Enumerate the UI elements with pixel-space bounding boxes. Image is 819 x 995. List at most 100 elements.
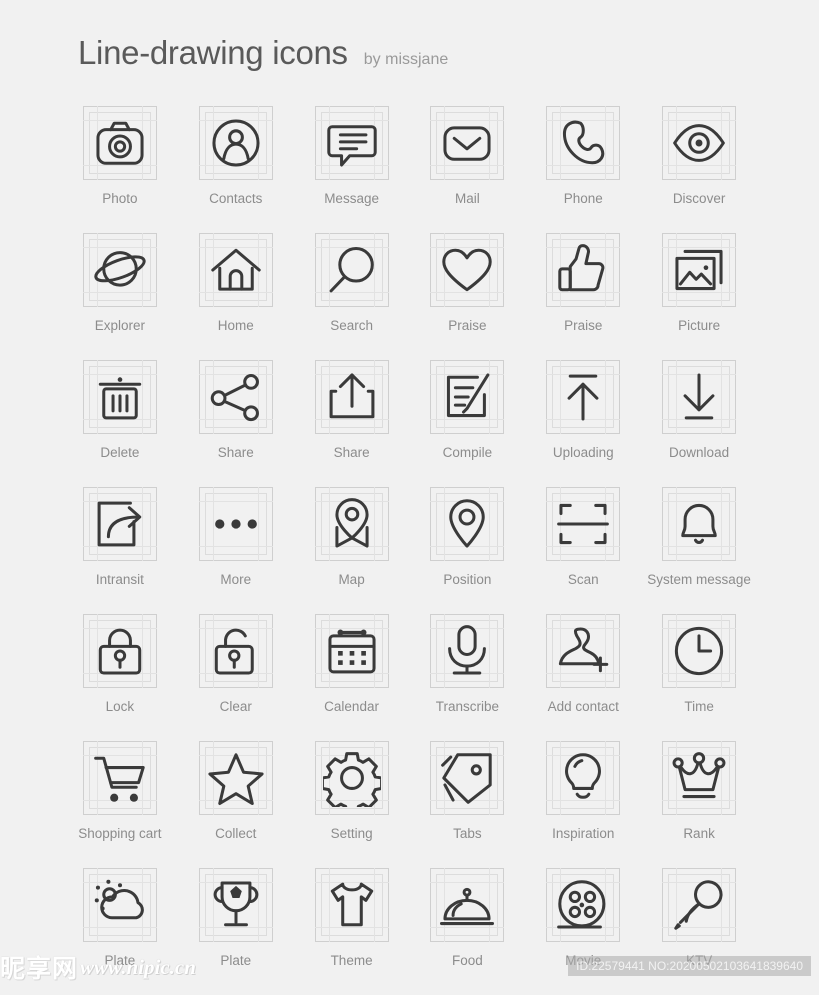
icon-cell[interactable]: Transcribe	[410, 614, 526, 741]
icon-cell[interactable]: Collect	[178, 741, 294, 868]
icon-cell[interactable]: Share	[294, 360, 410, 487]
icon-label: Delete	[100, 445, 140, 460]
icon-cell[interactable]: Scan	[525, 487, 641, 614]
calendar-icon[interactable]	[323, 622, 381, 680]
icon-cell[interactable]: Theme	[294, 868, 410, 995]
icon-cell[interactable]: Time	[641, 614, 757, 741]
upload-arrow-icon[interactable]	[554, 368, 612, 426]
icon-cell[interactable]: Share	[178, 360, 294, 487]
icon-cell[interactable]: Calendar	[294, 614, 410, 741]
icon-grid-box	[82, 741, 157, 815]
thumbs-up-icon[interactable]	[554, 241, 612, 299]
icon-cell[interactable]: Compile	[410, 360, 526, 487]
phone-handset-icon[interactable]	[554, 114, 612, 172]
icon-label: Setting	[330, 826, 373, 841]
clock-icon[interactable]	[670, 622, 728, 680]
icon-grid-box	[662, 360, 737, 434]
icon-cell[interactable]: Search	[294, 233, 410, 360]
icon-grid-box	[314, 233, 389, 307]
icon-cell[interactable]: Plate	[178, 868, 294, 995]
trash-icon[interactable]	[91, 368, 149, 426]
icon-cell[interactable]: Lock	[62, 614, 178, 741]
icon-grid-box	[430, 741, 505, 815]
film-reel-icon[interactable]	[554, 876, 612, 934]
icon-label: Phone	[563, 191, 603, 206]
shopping-cart-icon[interactable]	[91, 749, 149, 807]
icon-grid-box	[198, 233, 273, 307]
icon-cell[interactable]: Discover	[641, 106, 757, 233]
camera-icon[interactable]	[91, 114, 149, 172]
message-bubble-icon[interactable]	[323, 114, 381, 172]
weather-cloud-sun-icon[interactable]	[91, 876, 149, 934]
icon-cell[interactable]: Plate	[62, 868, 178, 995]
add-contact-icon[interactable]	[554, 622, 612, 680]
crown-icon[interactable]	[670, 749, 728, 807]
icon-cell[interactable]: Download	[641, 360, 757, 487]
icon-cell[interactable]: Delete	[62, 360, 178, 487]
icon-cell[interactable]: Uploading	[525, 360, 641, 487]
icon-cell[interactable]: Praise	[525, 233, 641, 360]
lightbulb-icon[interactable]	[554, 749, 612, 807]
icon-cell[interactable]: Tabs	[410, 741, 526, 868]
icon-cell[interactable]: Home	[178, 233, 294, 360]
contacts-icon[interactable]	[207, 114, 265, 172]
icon-grid-box	[430, 868, 505, 942]
icon-cell[interactable]: Mail	[410, 106, 526, 233]
icon-cell[interactable]: Contacts	[178, 106, 294, 233]
microphone-icon[interactable]	[438, 622, 496, 680]
icon-cell[interactable]: Explorer	[62, 233, 178, 360]
icon-cell[interactable]: Picture	[641, 233, 757, 360]
bell-icon[interactable]	[670, 495, 728, 553]
icon-label: Picture	[678, 318, 721, 333]
lock-open-icon[interactable]	[207, 622, 265, 680]
tshirt-icon[interactable]	[323, 876, 381, 934]
picture-icon[interactable]	[670, 241, 728, 299]
icon-cell[interactable]: Movie	[525, 868, 641, 995]
location-pin-icon[interactable]	[438, 495, 496, 553]
lock-closed-icon[interactable]	[91, 622, 149, 680]
icon-cell[interactable]: Photo	[62, 106, 178, 233]
icon-cell[interactable]: Phone	[525, 106, 641, 233]
icon-cell[interactable]: System message	[641, 487, 757, 614]
microphone-handheld-icon[interactable]	[670, 876, 728, 934]
icon-label: Photo	[102, 191, 138, 206]
heart-icon[interactable]	[438, 241, 496, 299]
food-cloche-icon[interactable]	[438, 876, 496, 934]
icon-cell[interactable]: Add contact	[525, 614, 641, 741]
icon-cell[interactable]: Food	[410, 868, 526, 995]
icon-grid-box	[314, 614, 389, 688]
share-upload-box-icon[interactable]	[323, 368, 381, 426]
share-nodes-icon[interactable]	[207, 368, 265, 426]
tag-icon[interactable]	[438, 749, 496, 807]
download-arrow-icon[interactable]	[670, 368, 728, 426]
forward-box-icon[interactable]	[91, 495, 149, 553]
icon-cell[interactable]: Inspiration	[525, 741, 641, 868]
icon-cell[interactable]: KTV	[641, 868, 757, 995]
icon-label: Food	[452, 953, 483, 968]
icon-cell[interactable]: Intransit	[62, 487, 178, 614]
icon-grid-box	[430, 614, 505, 688]
ellipsis-icon[interactable]	[207, 495, 265, 553]
gear-icon[interactable]	[322, 749, 381, 807]
home-icon[interactable]	[207, 241, 265, 299]
icon-cell[interactable]: Setting	[294, 741, 410, 868]
icon-cell[interactable]: Praise	[410, 233, 526, 360]
scan-icon[interactable]	[554, 495, 612, 553]
icon-cell[interactable]: Rank	[641, 741, 757, 868]
map-pin-banner-icon[interactable]	[323, 495, 381, 553]
icon-cell[interactable]: Map	[294, 487, 410, 614]
mail-envelope-icon[interactable]	[438, 114, 496, 172]
icon-cell[interactable]: Message	[294, 106, 410, 233]
icon-label: Compile	[442, 445, 493, 460]
icon-cell[interactable]: Shopping cart	[62, 741, 178, 868]
eye-icon[interactable]	[670, 114, 728, 172]
icon-label: Inspiration	[552, 826, 615, 841]
star-icon[interactable]	[207, 749, 265, 807]
magnifier-icon[interactable]	[323, 241, 381, 299]
planet-icon[interactable]	[91, 241, 149, 299]
trophy-icon[interactable]	[207, 876, 265, 934]
icon-cell[interactable]: Position	[410, 487, 526, 614]
edit-document-icon[interactable]	[438, 368, 496, 426]
icon-cell[interactable]: Clear	[178, 614, 294, 741]
icon-cell[interactable]: More	[178, 487, 294, 614]
